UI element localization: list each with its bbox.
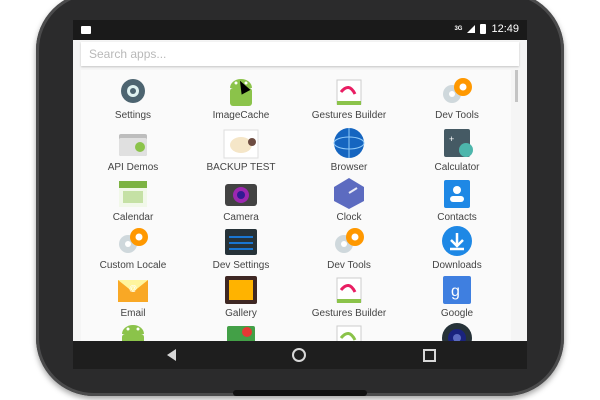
app-gestures-builder[interactable]: Gestures Builder: [297, 272, 401, 320]
signal-icon: [467, 25, 476, 33]
app-label: Calculator: [434, 162, 480, 173]
clock-time: 12:49: [491, 23, 519, 35]
svg-text:+: +: [449, 134, 454, 144]
speaker-icon: [437, 320, 477, 341]
app-label: Calendar: [112, 212, 154, 223]
dev-tools-gears-icon: [437, 74, 477, 108]
app-downloads[interactable]: Downloads: [405, 224, 509, 272]
app-label: Settings: [114, 110, 152, 121]
app-label: BACKUP TEST: [206, 162, 276, 173]
dev-tools-gears-icon: [329, 224, 369, 258]
device-screen: 3G 12:49 Settings ImageCache Gestures Buil…: [73, 20, 527, 341]
status-bar: 3G 12:49: [73, 20, 527, 40]
app-label: Email: [120, 308, 146, 319]
app-dev-tools[interactable]: Dev Tools: [405, 74, 509, 122]
app-label: Clock: [336, 212, 362, 223]
app-gestures-builder[interactable]: Gestures Builder: [297, 74, 401, 122]
download-icon: [437, 224, 477, 258]
app-email[interactable]: @ Email: [81, 272, 185, 320]
phone-speaker: [233, 390, 367, 396]
gestures-icon: [329, 74, 369, 108]
app-label: Google: [440, 308, 474, 319]
app-label: Gallery: [225, 308, 257, 319]
camera-icon: [221, 176, 261, 210]
battery-icon: [480, 24, 487, 34]
app-partial-22[interactable]: [297, 320, 401, 341]
google-icon: g: [437, 272, 477, 306]
app-dev-tools[interactable]: Dev Tools: [297, 224, 401, 272]
svg-text:@: @: [129, 284, 137, 293]
app-backup-test[interactable]: BACKUP TEST: [189, 126, 293, 174]
search-bar[interactable]: [81, 42, 519, 66]
app-clock[interactable]: Clock: [297, 176, 401, 224]
app-label: Dev Settings: [212, 260, 270, 271]
app-label: API Demos: [107, 162, 159, 173]
settings-gear-icon: [113, 74, 153, 108]
email-envelope-icon: @: [113, 272, 153, 306]
app-settings[interactable]: Settings: [81, 74, 185, 122]
recents-button[interactable]: [421, 348, 437, 362]
app-camera[interactable]: Camera: [189, 176, 293, 224]
app-label: Gestures Builder: [311, 308, 387, 319]
notification-icon: [81, 26, 91, 34]
status-icons: 3G 12:49: [454, 23, 519, 35]
app-dev-settings[interactable]: Dev Settings: [189, 224, 293, 272]
app-custom-locale[interactable]: Custom Locale: [81, 224, 185, 272]
app-partial-23[interactable]: [405, 320, 509, 341]
app-label: Gestures Builder: [311, 110, 387, 121]
calendar-icon: [113, 176, 153, 210]
gestures-icon: [329, 272, 369, 306]
app-label: Camera: [223, 212, 259, 223]
app-label: ImageCache: [212, 110, 270, 121]
app-label: Contacts: [437, 212, 477, 223]
home-button[interactable]: [291, 348, 307, 362]
navigation-bar: [73, 341, 527, 369]
globe-icon: [329, 126, 369, 160]
app-calendar[interactable]: Calendar: [81, 176, 185, 224]
app-label: Dev Tools: [327, 260, 371, 271]
app-browser[interactable]: Browser: [297, 126, 401, 174]
android-icon: [113, 320, 153, 341]
app-label: Downloads: [432, 260, 482, 271]
folder-gear-icon: [113, 126, 153, 160]
app-gallery[interactable]: Gallery: [189, 272, 293, 320]
network-type: 3G: [454, 26, 463, 32]
app-api-demos[interactable]: API Demos: [81, 126, 185, 174]
app-calculator[interactable]: + Calculator: [405, 126, 509, 174]
app-label: Dev Tools: [435, 110, 479, 121]
clock-icon: [329, 176, 369, 210]
app-partial-20[interactable]: [81, 320, 185, 341]
svg-text:g: g: [451, 283, 460, 300]
gestures-icon: [329, 320, 369, 341]
app-partial-21[interactable]: [189, 320, 293, 341]
sheep-icon: [221, 126, 261, 160]
contacts-icon: [437, 176, 477, 210]
dev-settings-icon: [221, 224, 261, 258]
back-button[interactable]: [165, 348, 181, 362]
app-label: Browser: [330, 162, 368, 173]
app-label: Custom Locale: [99, 260, 167, 271]
app-contacts[interactable]: Contacts: [405, 176, 509, 224]
gallery-icon: [221, 272, 261, 306]
custom-locale-gears-icon: [113, 224, 153, 258]
app-grid: Settings ImageCache Gestures Builder Dev To…: [81, 70, 511, 341]
app-google[interactable]: g Google: [405, 272, 509, 320]
search-input[interactable]: [81, 42, 509, 66]
maps-icon: [221, 320, 261, 341]
calculator-icon: +: [437, 126, 477, 160]
scrollbar[interactable]: [515, 70, 518, 102]
